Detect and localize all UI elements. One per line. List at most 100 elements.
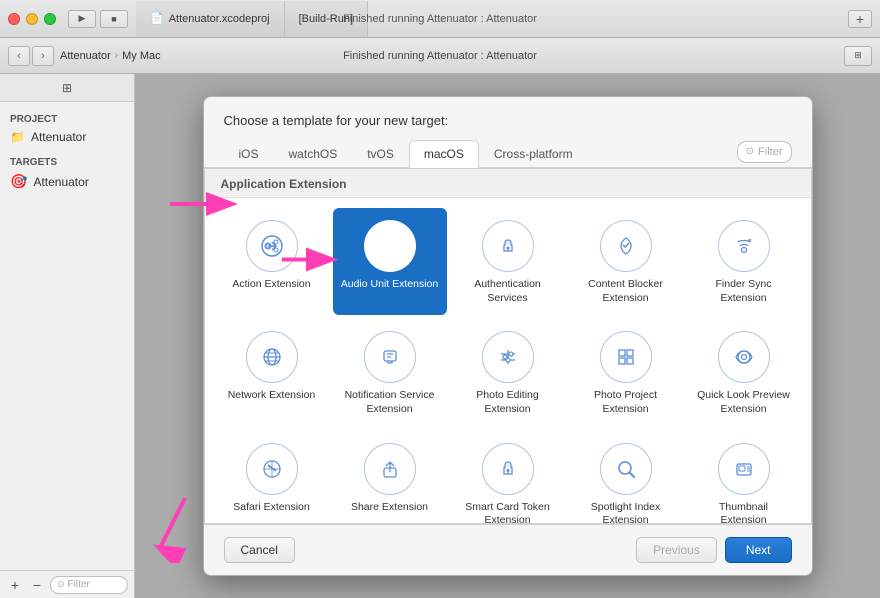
ext-photo-project-icon <box>600 331 652 383</box>
remove-target-button[interactable]: − <box>28 576 46 594</box>
tab-attenuator[interactable]: 📄 Attenuator.xcodeproj <box>136 1 285 37</box>
breadcrumb-separator: › <box>115 50 118 61</box>
ext-share-icon <box>364 443 416 495</box>
ext-photo-project[interactable]: Photo Project Extension <box>569 319 683 426</box>
ext-content-blocker-icon <box>600 220 652 272</box>
ext-audio-unit[interactable]: Audio Unit Extension <box>333 208 447 315</box>
zoom-button[interactable] <box>44 13 56 25</box>
sidebar-item-target[interactable]: 🎯 Attenuator <box>0 170 134 193</box>
ext-audio-label: Audio Unit Extension <box>341 278 438 292</box>
ext-smart-card[interactable]: Smart Card Token Extension <box>451 431 565 524</box>
tab-tvos[interactable]: tvOS <box>352 140 409 168</box>
modal-footer: Cancel Previous Next <box>204 524 812 575</box>
breadcrumb-mac[interactable]: My Mac <box>122 50 161 62</box>
ext-action-label: Action Extension <box>232 278 310 292</box>
template-chooser-modal: Choose a template for your new target: i… <box>203 96 813 576</box>
breadcrumb-attenuator[interactable]: Attenuator <box>60 50 111 62</box>
ext-network[interactable]: Network Extension <box>215 319 329 426</box>
ext-finder-sync-label: Finder Sync Extension <box>695 278 793 305</box>
ext-spotlight[interactable]: Spotlight Index Extension <box>569 431 683 524</box>
ext-quick-look-label: Quick Look Preview Extension <box>695 389 793 416</box>
project-file-icon: 📁 <box>10 130 25 144</box>
ext-photo-editing-icon <box>482 331 534 383</box>
ext-thumbnail-label: Thumbnail Extension <box>695 501 793 524</box>
ext-notification-label: Notification Service Extension <box>341 389 439 416</box>
filter-icon: ⊙ <box>57 579 65 590</box>
ext-spotlight-icon <box>600 443 652 495</box>
ext-quick-look[interactable]: Quick Look Preview Extension <box>687 319 801 426</box>
inspector-toggle[interactable]: ⊞ <box>844 46 872 66</box>
tab-watchos[interactable]: watchOS <box>274 140 353 168</box>
ext-quick-look-icon <box>718 331 770 383</box>
ext-spotlight-label: Spotlight Index Extension <box>577 501 675 524</box>
modal-filter-input[interactable]: ⊙ Filter <box>737 141 792 163</box>
toolbar: ‹ › Attenuator › My Mac Finished running… <box>0 38 880 74</box>
ext-safari-label: Safari Extension <box>233 501 309 515</box>
ext-audio-icon <box>364 220 416 272</box>
filter-icon2: ⊙ <box>746 146 754 157</box>
add-target-button[interactable]: + <box>6 576 24 594</box>
ext-content-blocker[interactable]: Content Blocker Extension <box>569 208 683 315</box>
add-tab-button[interactable]: + <box>848 10 872 28</box>
stop-button[interactable]: ■ <box>100 10 128 28</box>
tab-macos[interactable]: macOS <box>409 140 479 168</box>
ext-photo-editing-label: Photo Editing Extension <box>459 389 557 416</box>
modal-tabs: iOS watchOS tvOS macOS Cross-platform ⊙ … <box>204 140 812 168</box>
ext-photo-project-label: Photo Project Extension <box>577 389 675 416</box>
titlebar: ▶ ■ 📄 Attenuator.xcodeproj [Build-Run] F… <box>0 0 880 38</box>
ext-action-icon <box>246 220 298 272</box>
traffic-lights <box>8 13 56 25</box>
ext-smart-card-icon <box>482 443 534 495</box>
targets-section-header: TARGETS <box>0 153 134 170</box>
ext-finder-sync-icon <box>718 220 770 272</box>
ext-share-label: Share Extension <box>351 501 428 515</box>
ext-network-label: Network Extension <box>228 389 316 403</box>
filter-placeholder: Filter <box>758 146 782 158</box>
play-button[interactable]: ▶ <box>68 10 96 28</box>
section-label: Application Extension <box>205 169 811 198</box>
minimize-button[interactable] <box>26 13 38 25</box>
main-content: Choose a template for your new target: i… <box>135 74 880 598</box>
back-button[interactable]: ‹ <box>8 46 30 66</box>
running-status: Finished running Attenuator : Attenuator <box>343 13 537 25</box>
ext-notification-icon <box>364 331 416 383</box>
tab-ios[interactable]: iOS <box>224 140 274 168</box>
file-icon: 📄 <box>150 12 164 25</box>
close-button[interactable] <box>8 13 20 25</box>
media-controls: ▶ ■ <box>68 10 128 28</box>
sidebar-filter-input[interactable]: ⊙ Filter <box>50 576 128 594</box>
sidebar-item-project[interactable]: 📁 Attenuator <box>0 127 134 147</box>
target-icon: 🎯 <box>10 173 27 190</box>
ext-photo-editing[interactable]: Photo Editing Extension <box>451 319 565 426</box>
ext-auth[interactable]: Authentication Services <box>451 208 565 315</box>
ext-finder-sync[interactable]: Finder Sync Extension <box>687 208 801 315</box>
modal-overlay: Choose a template for your new target: i… <box>135 74 880 598</box>
sidebar-list-icon[interactable]: ⊞ <box>56 79 78 97</box>
previous-button[interactable]: Previous <box>636 537 717 563</box>
ext-safari[interactable]: Safari Extension <box>215 431 329 524</box>
ext-thumbnail[interactable]: Thumbnail Extension <box>687 431 801 524</box>
nav-buttons-group: Previous Next <box>636 537 791 563</box>
nav-buttons: ‹ › <box>8 46 54 66</box>
ext-notification[interactable]: Notification Service Extension <box>333 319 447 426</box>
forward-button[interactable]: › <box>32 46 54 66</box>
toolbar-status: Finished running Attenuator : Attenuator <box>343 50 537 62</box>
sidebar-toolbar: ⊞ <box>0 74 134 102</box>
sidebar: ⊞ PROJECT 📁 Attenuator TARGETS 🎯 Attenua… <box>0 74 135 598</box>
ext-network-icon <box>246 331 298 383</box>
ext-auth-label: Authentication Services <box>459 278 557 305</box>
modal-header: Choose a template for your new target: <box>204 97 812 140</box>
ext-content-blocker-label: Content Blocker Extension <box>577 278 675 305</box>
ext-auth-icon <box>482 220 534 272</box>
tab-crossplatform[interactable]: Cross-platform <box>479 140 588 168</box>
next-button[interactable]: Next <box>725 537 792 563</box>
cancel-button[interactable]: Cancel <box>224 537 295 563</box>
extensions-container: Application Extension <box>204 168 812 524</box>
ext-action[interactable]: Action Extension <box>215 208 329 315</box>
ext-thumbnail-icon <box>718 443 770 495</box>
sidebar-bottom: + − ⊙ Filter <box>0 570 134 598</box>
ext-safari-icon <box>246 443 298 495</box>
breadcrumb: Attenuator › My Mac <box>60 50 161 62</box>
main-layout: ⊞ PROJECT 📁 Attenuator TARGETS 🎯 Attenua… <box>0 74 880 598</box>
ext-share[interactable]: Share Extension <box>333 431 447 524</box>
